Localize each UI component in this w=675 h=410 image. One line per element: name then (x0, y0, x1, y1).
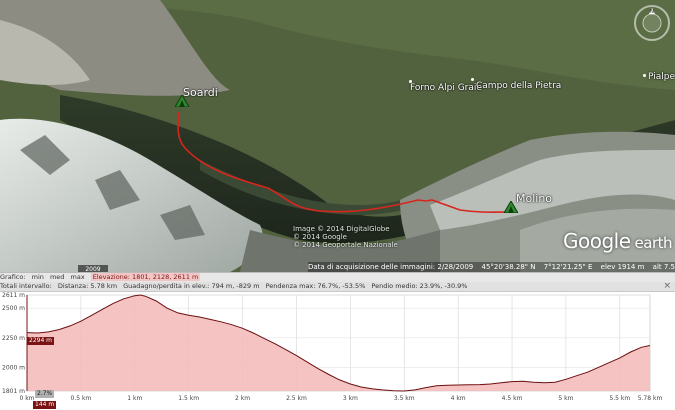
elevation-summary[interactable]: Elevazione: 1801, 2128, 2611 m (90, 273, 201, 281)
graph-min-toggle[interactable]: min (32, 273, 44, 281)
elevation-chart[interactable]: 0 km 0.5 km 1 km 1.5 km 2 km 2.5 km 3 km 3.5 km… (0, 291, 675, 410)
cursor-elevation-tag: 2294 m (27, 337, 55, 345)
attribution-line: © 2014 Google (293, 233, 347, 241)
graph-max-toggle[interactable]: max (71, 273, 85, 281)
y-tick-label: 2250 m (2, 335, 25, 342)
attribution-line: Image © 2014 DigitalGlobe (293, 225, 390, 233)
average-slope: Pendio medio: 23.9%, -30.9% (371, 282, 468, 290)
graph-avg-toggle[interactable]: med (50, 273, 64, 281)
elevation-gain-loss: Guadagno/perdita in elev.: 794 m, -829 m (123, 282, 260, 290)
x-tick-label: 5.5 km (609, 395, 630, 402)
attribution-line: © 2014 Geoportale Nazionale (293, 241, 398, 249)
x-tick-label: 2.5 km (286, 395, 307, 402)
elevation-chart-svg[interactable]: 0 km 0.5 km 1 km 1.5 km 2 km 2.5 km 3 km 3.5 km… (0, 291, 675, 410)
navigation-compass-icon[interactable]: N (633, 4, 671, 42)
elevation-readout: elev 1914 m (600, 263, 645, 271)
imagery-year-badge: 2009 (78, 265, 108, 272)
x-tick-label: 4.5 km (502, 395, 523, 402)
place-dot (471, 78, 474, 81)
place-label-pialpe[interactable]: Pialpe (648, 72, 675, 82)
y-tick-label: 2500 m (2, 305, 25, 312)
longitude-readout: 7°12'21.25" E (543, 263, 593, 271)
place-dot (643, 74, 646, 77)
x-tick-label: 2 km (235, 395, 250, 402)
logo-earth: earth (634, 234, 673, 252)
x-tick-label: 4 km (451, 395, 466, 402)
y-tick-label: 2611 m (2, 292, 25, 299)
logo-google: Google (563, 229, 631, 253)
place-label-campo[interactable]: Campo della Pietra (476, 81, 561, 91)
svg-text:N: N (650, 9, 654, 15)
imagery-attribution: Image © 2014 DigitalGlobe © 2014 Google … (293, 225, 398, 249)
x-tick-label: 3 km (343, 395, 358, 402)
place-dot (409, 80, 412, 83)
graph-label: Grafico: (0, 273, 26, 281)
distance-total: Distanza: 5.78 km (57, 282, 118, 290)
close-profile-icon[interactable]: × (663, 281, 671, 291)
status-bar: Data di acquisizione delle immagini: 2/2… (308, 262, 675, 272)
cursor-grade-tag: 2.7% (35, 390, 55, 398)
cursor-distance-tag: 144 m (33, 401, 57, 409)
latitude-readout: 45°20'38.28" N (481, 263, 536, 271)
elevation-profile-panel[interactable]: Grafico: min med max Elevazione: 1801, 2… (0, 272, 675, 410)
totals-label: Totali intervallo: (0, 282, 52, 290)
profile-header-graph: Grafico: min med max Elevazione: 1801, 2… (0, 273, 675, 282)
x-tick-label: 1.5 km (178, 395, 199, 402)
x-tick-label: 5 km (558, 395, 573, 402)
google-earth-logo: Google earth (563, 229, 673, 253)
y-tick-label: 2000 m (2, 364, 25, 371)
eye-altitude-readout: alt 7.52 km (652, 263, 675, 271)
placemark-label-molino[interactable]: Molino (516, 192, 552, 205)
x-tick-label: 3.5 km (394, 395, 415, 402)
x-tick-label: 0.5 km (71, 395, 92, 402)
map-view[interactable]: Soardi Molino Forno Alpi Graie Campo del… (0, 0, 675, 272)
max-slope: Pendenza max: 76.7%, -53.5% (265, 282, 366, 290)
place-label-forno[interactable]: Forno Alpi Graie (410, 83, 482, 93)
y-tick-label: 1801 m (2, 388, 25, 395)
x-tick-label: 1 km (127, 395, 142, 402)
x-tick-label: 5.78 km (638, 395, 663, 402)
imagery-date: Data di acquisizione delle immagini: 2/2… (308, 263, 474, 271)
placemark-label-soardi[interactable]: Soardi (183, 86, 218, 99)
